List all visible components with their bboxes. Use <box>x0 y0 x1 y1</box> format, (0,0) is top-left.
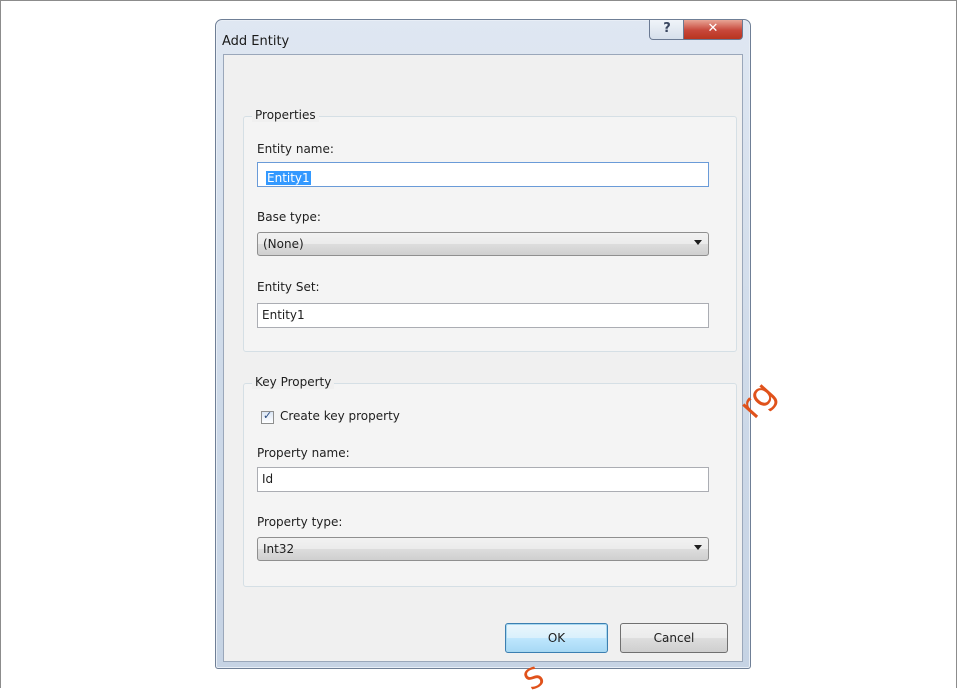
chevron-down-icon <box>694 545 702 550</box>
add-entity-dialog: Add Entity ? ✕ Properties Entity name: E… <box>215 19 751 669</box>
close-button[interactable]: ✕ <box>683 20 743 40</box>
property-name-label: Property name: <box>257 446 350 460</box>
dialog-client-area: Properties Entity name: Entity1 Base typ… <box>223 54 743 662</box>
base-type-label: Base type: <box>257 210 321 224</box>
ok-button[interactable]: OK <box>505 623 608 653</box>
check-icon: ✓ <box>263 409 273 422</box>
title-bar[interactable]: Add Entity ? ✕ <box>216 20 750 54</box>
entity-name-field[interactable]: Entity1 <box>257 162 709 187</box>
property-type-value: Int32 <box>263 542 295 556</box>
base-type-value: (None) <box>263 237 304 251</box>
help-icon: ? <box>663 21 671 36</box>
entity-name-value: Entity1 <box>266 171 311 185</box>
entity-name-label: Entity name: <box>257 142 334 156</box>
help-button[interactable]: ? <box>649 20 685 40</box>
property-type-select[interactable]: Int32 <box>257 537 709 561</box>
base-type-select[interactable]: (None) <box>257 232 709 256</box>
chevron-down-icon <box>694 240 702 245</box>
property-type-label: Property type: <box>257 515 343 529</box>
create-key-label[interactable]: Create key property <box>280 409 400 423</box>
dialog-title: Add Entity <box>222 34 290 49</box>
key-property-group-title: Key Property <box>252 375 335 389</box>
entity-set-label: Entity Set: <box>257 280 320 294</box>
property-name-value: Id <box>262 472 274 486</box>
create-key-checkbox[interactable]: ✓ <box>261 409 274 424</box>
properties-group-title: Properties <box>252 108 319 122</box>
close-icon: ✕ <box>707 21 719 36</box>
cancel-button[interactable]: Cancel <box>620 623 728 653</box>
entity-set-value: Entity1 <box>262 308 305 322</box>
entity-set-field[interactable]: Entity1 <box>257 303 709 328</box>
property-name-field[interactable]: Id <box>257 467 709 492</box>
